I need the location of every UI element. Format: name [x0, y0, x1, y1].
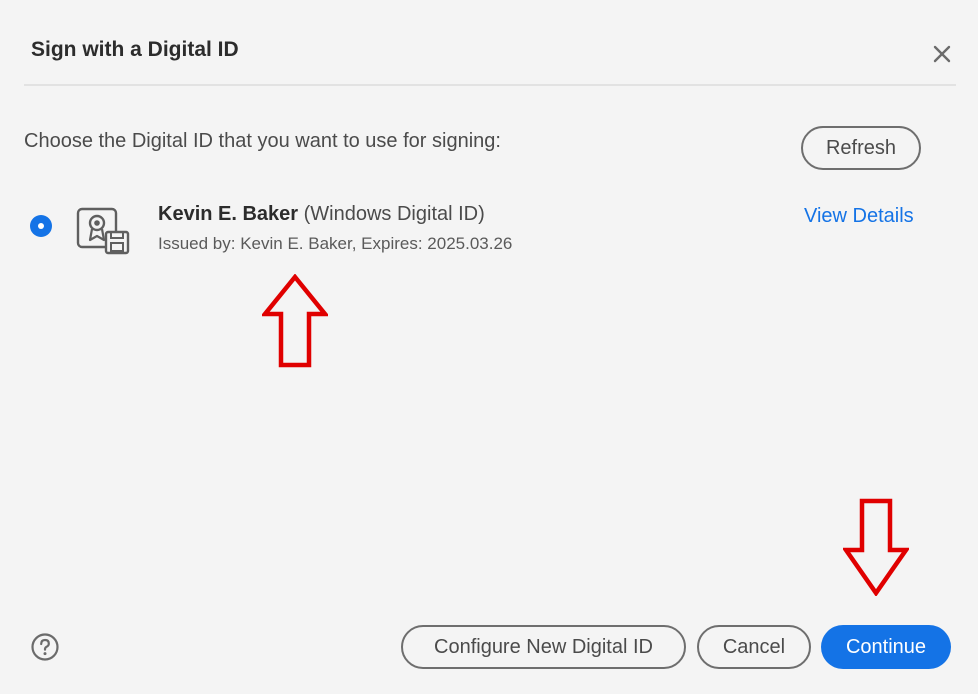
- red-arrow-down-annotation: [843, 498, 909, 596]
- digital-id-issuer-expiry: Issued by: Kevin E. Baker, Expires: 2025…: [158, 234, 513, 253]
- configure-new-digital-id-button[interactable]: Configure New Digital ID: [401, 625, 686, 669]
- header-divider: [24, 84, 956, 86]
- dialog-title: Sign with a Digital ID: [31, 38, 239, 61]
- refresh-button[interactable]: Refresh: [801, 126, 921, 170]
- digital-id-type: (Windows Digital ID): [303, 203, 485, 225]
- close-icon: [933, 45, 951, 63]
- help-icon: [31, 633, 59, 661]
- cancel-button[interactable]: Cancel: [697, 625, 811, 669]
- digital-id-name: Kevin E. Baker: [158, 203, 299, 225]
- view-details-link[interactable]: View Details: [804, 205, 914, 228]
- help-button[interactable]: [30, 632, 60, 662]
- digital-id-title: Kevin E. Baker (Windows Digital ID): [158, 203, 485, 226]
- continue-button[interactable]: Continue: [821, 625, 951, 669]
- instruction-text: Choose the Digital ID that you want to u…: [24, 130, 501, 152]
- digital-id-radio[interactable]: [30, 215, 52, 237]
- close-button[interactable]: [928, 40, 956, 68]
- digital-id-certificate-icon: [76, 206, 132, 256]
- sign-digital-id-dialog: Sign with a Digital ID Choose the Digita…: [0, 0, 978, 694]
- red-arrow-up-annotation: [262, 274, 328, 368]
